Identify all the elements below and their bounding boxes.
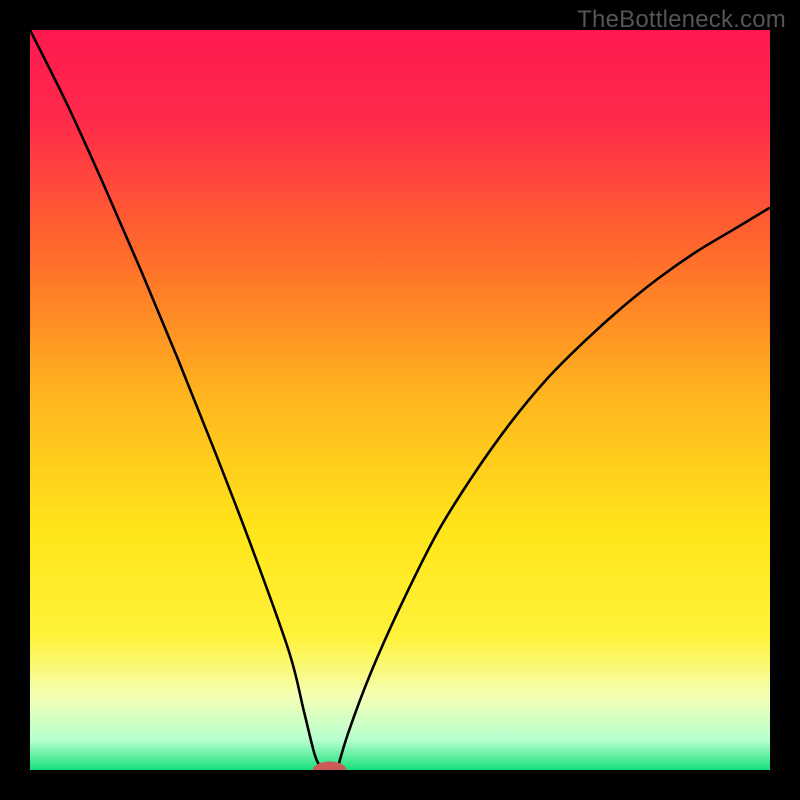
plot-svg	[30, 30, 770, 770]
plot-area	[30, 30, 770, 770]
watermark-text: TheBottleneck.com	[577, 6, 786, 34]
chart-frame: TheBottleneck.com	[0, 0, 800, 800]
gradient-background	[30, 30, 770, 770]
